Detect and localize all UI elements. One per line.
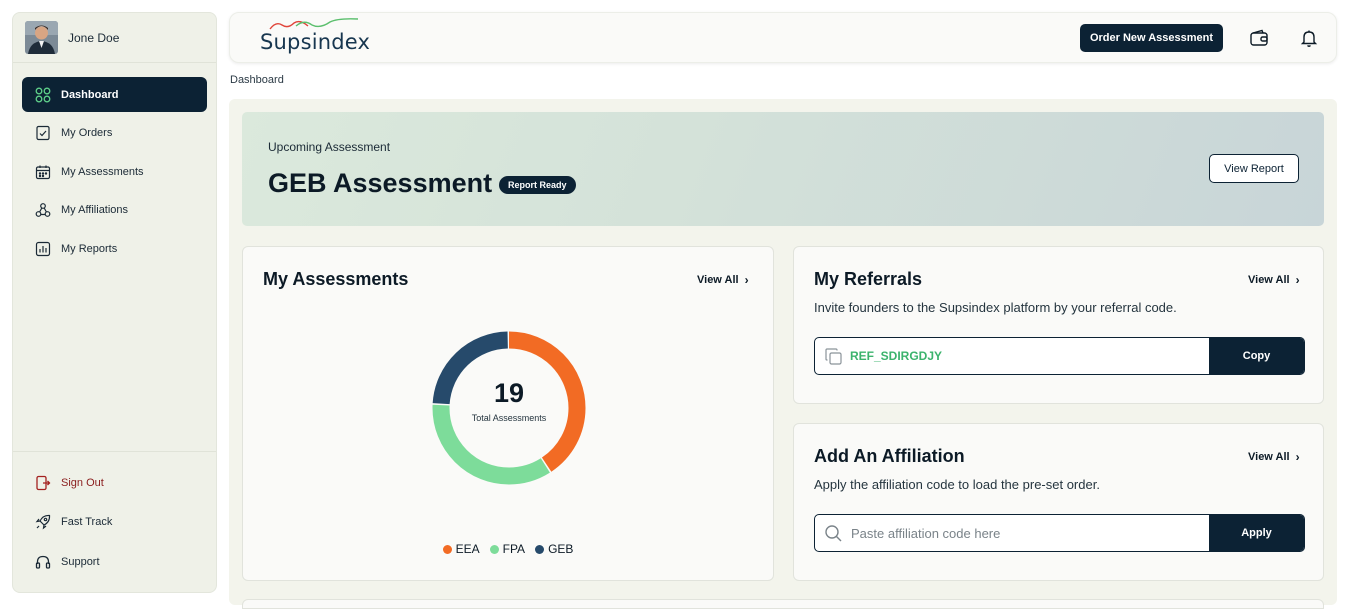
orders-icon bbox=[35, 125, 51, 141]
chevron-right-icon: › bbox=[1295, 273, 1300, 287]
rocket-icon bbox=[35, 514, 51, 530]
card-title: My Assessments bbox=[263, 269, 409, 289]
legend-dot bbox=[535, 544, 545, 554]
sidebar-item-orders[interactable]: My Orders bbox=[22, 116, 207, 151]
sidebar-item-label: Fast Track bbox=[61, 516, 113, 529]
banner-subtitle: Upcoming Assessment bbox=[268, 140, 391, 154]
chevron-right-icon: › bbox=[744, 273, 749, 287]
view-report-button[interactable]: View Report bbox=[1209, 154, 1299, 183]
my-referrals-card: My Referrals View All › Invite founders t… bbox=[793, 246, 1324, 404]
avatar bbox=[25, 21, 58, 54]
legend-label: GEB bbox=[548, 542, 574, 556]
donut-center: 19 Total Assessments bbox=[429, 378, 589, 423]
chart-legend: EEA FPA GEB bbox=[243, 542, 773, 556]
main-content: Upcoming Assessment GEB Assessment Repor… bbox=[229, 99, 1337, 609]
copy-icon bbox=[824, 347, 843, 366]
sidebar-item-label: My Reports bbox=[61, 242, 118, 255]
sidebar-item-label: Dashboard bbox=[61, 88, 119, 101]
sidebar-item-label: My Affiliations bbox=[61, 204, 129, 217]
view-all-label: View All bbox=[697, 274, 739, 286]
sidebar-item-label: My Assessments bbox=[61, 165, 144, 178]
order-new-assessment-button[interactable]: Order New Assessment bbox=[1080, 24, 1223, 52]
referrals-description: Invite founders to the Supsindex platfor… bbox=[814, 300, 1177, 315]
sidebar-nav: Dashboard My Orders My Assessments My Af… bbox=[13, 63, 216, 266]
card-title: My Referrals bbox=[814, 269, 923, 289]
sidebar-item-label: Support bbox=[61, 555, 100, 568]
view-all-label: View All bbox=[1248, 451, 1290, 463]
sidebar-item-assessments[interactable]: My Assessments bbox=[22, 154, 207, 189]
bell-icon[interactable] bbox=[1299, 28, 1319, 48]
sidebar-item-fast-track[interactable]: Fast Track bbox=[22, 505, 207, 541]
my-assessments-card: My Assessments View All › 19 Total Assess… bbox=[242, 246, 774, 581]
legend-label: EEA bbox=[455, 542, 480, 556]
sidebar-bottom: Sign Out Fast Track Support bbox=[13, 451, 216, 584]
donut-chart: 19 Total Assessments bbox=[429, 328, 589, 488]
copy-button[interactable]: Copy bbox=[1209, 338, 1304, 374]
status-badge: Report Ready bbox=[499, 176, 576, 194]
apply-button[interactable]: Apply bbox=[1209, 515, 1304, 551]
reports-icon bbox=[35, 241, 51, 257]
profile[interactable]: Jone Doe bbox=[13, 13, 216, 63]
affiliation-code-field: Apply bbox=[814, 514, 1305, 552]
chevron-right-icon: › bbox=[1295, 450, 1300, 464]
affiliation-description: Apply the affiliation code to load the p… bbox=[814, 477, 1100, 492]
top-header: Supsindex Order New Assessment bbox=[229, 12, 1337, 63]
logo-wave-icon bbox=[269, 18, 359, 30]
sidebar-item-label: Sign Out bbox=[61, 476, 104, 489]
view-all-link[interactable]: View All › bbox=[697, 273, 749, 287]
affiliation-code-input[interactable] bbox=[851, 525, 1191, 541]
legend-item-eea: EEA bbox=[442, 542, 480, 556]
breadcrumb: Dashboard bbox=[230, 74, 284, 86]
sidebar-item-label: My Orders bbox=[61, 127, 113, 140]
sidebar: Jone Doe Dashboard My Orders My Assessme… bbox=[12, 12, 217, 593]
user-name: Jone Doe bbox=[68, 30, 120, 45]
sidebar-item-dashboard[interactable]: Dashboard bbox=[22, 77, 207, 112]
calendar-icon bbox=[35, 164, 51, 180]
total-assessments-count: 19 bbox=[493, 378, 525, 408]
sign-out-icon bbox=[35, 475, 51, 491]
legend-item-fpa: FPA bbox=[489, 542, 526, 556]
view-all-link[interactable]: View All › bbox=[1248, 273, 1300, 287]
legend-dot bbox=[489, 544, 499, 554]
referral-code-field: REF_SDIRGDJY Copy bbox=[814, 337, 1305, 375]
dashboard-grid-icon bbox=[35, 87, 51, 103]
next-card-edge bbox=[242, 599, 1324, 609]
view-all-link[interactable]: View All › bbox=[1248, 450, 1300, 464]
referral-code: REF_SDIRGDJY bbox=[850, 349, 943, 363]
legend-dot bbox=[442, 544, 452, 554]
affiliations-icon bbox=[35, 202, 51, 218]
add-affiliation-card: Add An Affiliation View All › Apply the a… bbox=[793, 423, 1324, 581]
referral-code-display: REF_SDIRGDJY bbox=[815, 338, 1209, 374]
logo[interactable]: Supsindex bbox=[260, 18, 371, 54]
upcoming-assessment-banner: Upcoming Assessment GEB Assessment Repor… bbox=[242, 112, 1324, 226]
sidebar-item-affiliations[interactable]: My Affiliations bbox=[22, 193, 207, 228]
search-icon bbox=[824, 524, 843, 543]
legend-label: FPA bbox=[502, 542, 526, 556]
card-title: Add An Affiliation bbox=[814, 446, 965, 466]
wallet-icon[interactable] bbox=[1249, 28, 1269, 48]
view-all-label: View All bbox=[1248, 274, 1290, 286]
headset-icon bbox=[35, 554, 51, 570]
affiliation-input-wrap bbox=[815, 515, 1209, 551]
banner-title: GEB Assessment bbox=[268, 168, 493, 198]
total-assessments-label: Total Assessments bbox=[471, 413, 547, 423]
sidebar-item-support[interactable]: Support bbox=[22, 544, 207, 580]
logo-text: Supsindex bbox=[260, 30, 371, 54]
sidebar-item-reports[interactable]: My Reports bbox=[22, 231, 207, 266]
legend-item-geb: GEB bbox=[535, 542, 573, 556]
sign-out-button[interactable]: Sign Out bbox=[22, 465, 207, 501]
